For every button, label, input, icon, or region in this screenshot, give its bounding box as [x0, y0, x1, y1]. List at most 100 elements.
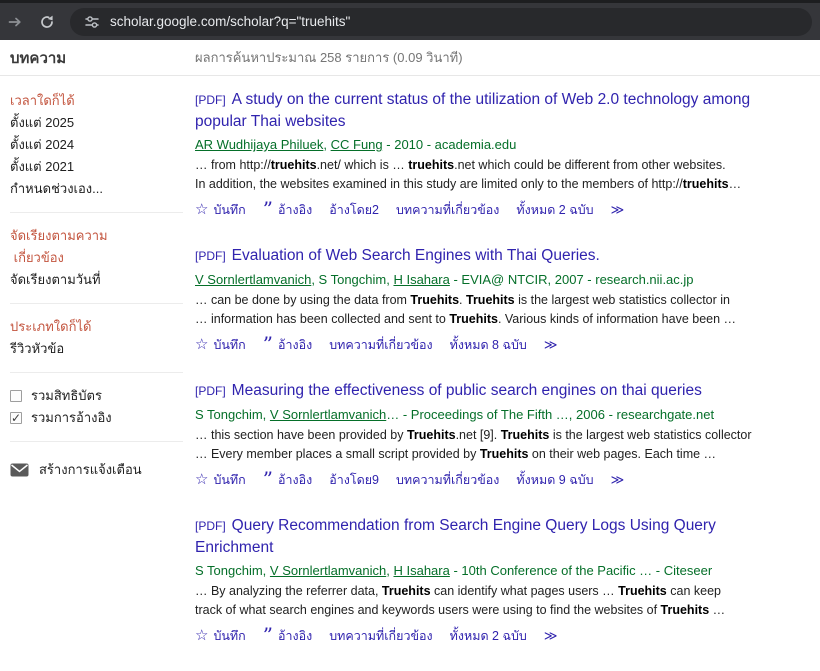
chevrons-icon: ≫ [611, 202, 624, 218]
result-title-link[interactable]: [PDF]A study on the current status of th… [195, 91, 750, 130]
cited-by-link[interactable]: อ้างโดย2 [329, 200, 379, 220]
forward-arrow-icon [7, 14, 23, 30]
action-label: บทความที่เกี่ยวข้อง [396, 200, 499, 220]
checkbox-icon[interactable] [10, 390, 22, 402]
sidebar-item-any-type[interactable]: ประเภทใดก็ได้ [10, 316, 195, 338]
checkbox-label: รวมการอ้างอิง [31, 407, 112, 429]
cite-link[interactable]: ”อ้างอิง [263, 335, 312, 355]
sidebar-item-anytime[interactable]: เวลาใดก็ได้ [10, 90, 195, 112]
envelope-icon [10, 463, 29, 477]
save-link[interactable]: ☆บันทึก [195, 626, 246, 646]
sidebar-item-sort-date[interactable]: จัดเรียงตามวันที่ [10, 269, 195, 291]
more-options-link[interactable]: ≫ [611, 202, 624, 218]
create-alert-label: สร้างการแจ้งเตือน [39, 459, 142, 480]
author-link[interactable]: V Sornlertlamvanich [270, 407, 386, 422]
result-title: [PDF]A study on the current status of th… [195, 89, 820, 132]
results-list: [PDF]A study on the current status of th… [195, 76, 820, 671]
reload-icon [39, 14, 55, 30]
url-bar[interactable]: scholar.google.com/scholar?q="truehits" [70, 8, 812, 36]
quote-icon: ” [263, 205, 273, 216]
url-text: scholar.google.com/scholar?q="truehits" [110, 14, 350, 29]
star-icon: ☆ [195, 203, 208, 217]
related-articles-link[interactable]: บทความที่เกี่ยวข้อง [396, 470, 499, 490]
pdf-tag: [PDF] [195, 93, 226, 107]
more-options-link[interactable]: ≫ [544, 337, 557, 353]
action-label: บันทึก [213, 470, 245, 490]
checkbox-include-patents[interactable]: รวมสิทธิบัตร [10, 385, 195, 407]
author-link[interactable]: CC Fung [331, 137, 383, 152]
action-label: อ้างโดย2 [329, 200, 379, 220]
site-info-icon[interactable] [84, 14, 100, 30]
cite-link[interactable]: ”อ้างอิง [263, 470, 312, 490]
sidebar-item-since-2025[interactable]: ตั้งแต่ 2025 [10, 112, 195, 134]
sidebar-divider [10, 441, 183, 442]
author-link[interactable]: V Sornlertlamvanich [270, 563, 386, 578]
cited-by-link[interactable]: อ้างโดย9 [329, 470, 379, 490]
cite-link[interactable]: ”อ้างอิง [263, 626, 312, 646]
author-link[interactable]: H Isahara [393, 563, 449, 578]
pdf-tag: [PDF] [195, 249, 226, 263]
save-link[interactable]: ☆บันทึก [195, 470, 246, 490]
forward-button[interactable] [2, 9, 28, 35]
save-link[interactable]: ☆ บันทึก [195, 335, 246, 355]
action-label: บทความที่เกี่ยวข้อง [396, 470, 499, 490]
chevrons-icon: ≫ [544, 628, 557, 644]
sidebar-item-custom-range[interactable]: กำหนดช่วงเอง... [10, 178, 195, 200]
result-actions: ☆บันทึก ”อ้างอิง บทความที่เกี่ยวข้อง ทั้งหม… [195, 626, 820, 646]
articles-label: บทความ [0, 46, 195, 70]
create-alert-button[interactable]: สร้างการแจ้งเตือน [10, 459, 195, 480]
related-articles-link[interactable]: บทความที่เกี่ยวข้อง [329, 335, 432, 355]
result-title-link[interactable]: [PDF] Evaluation of Web Search Engines wi… [195, 247, 600, 264]
action-label: ทั้งหมด 2 ฉบับ [450, 626, 527, 646]
title-text: Query Recommendation from Search Engine … [195, 517, 716, 556]
sidebar-divider [10, 303, 183, 304]
action-label: บันทึก [213, 626, 245, 646]
all-versions-link[interactable]: ทั้งหมด 2 ฉบับ [516, 200, 593, 220]
title-text: Measuring the effectiveness of public se… [232, 382, 702, 399]
checkbox-icon[interactable]: ✓ [10, 412, 22, 424]
result-title: [PDF]Measuring the effectiveness of publ… [195, 380, 820, 402]
checkbox-include-citations[interactable]: ✓ รวมการอ้างอิง [10, 407, 195, 429]
more-options-link[interactable]: ≫ [544, 628, 557, 644]
all-versions-link[interactable]: ทั้งหมด 8 ฉบับ [450, 335, 527, 355]
sidebar-item-review-articles[interactable]: รีวิวหัวข้อ [10, 338, 195, 360]
action-label: บันทึก [213, 335, 245, 355]
result-title: [PDF]Query Recommendation from Search En… [195, 515, 820, 558]
action-label: อ้างโดย9 [329, 470, 379, 490]
all-versions-link[interactable]: ทั้งหมด 2 ฉบับ [450, 626, 527, 646]
results-stats: ผลการค้นหาประมาณ 258 รายการ (0.09 วินาที… [195, 47, 463, 68]
title-text: A study on the current status of the uti… [195, 91, 750, 130]
author-link[interactable]: AR Wudhijaya Philuek [195, 137, 323, 152]
related-articles-link[interactable]: บทความที่เกี่ยวข้อง [396, 200, 499, 220]
result-title-link[interactable]: [PDF]Query Recommendation from Search En… [195, 517, 716, 556]
action-label: ทั้งหมด 8 ฉบับ [450, 335, 527, 355]
author-link[interactable]: H Isahara [393, 272, 449, 287]
related-articles-link[interactable]: บทความที่เกี่ยวข้อง [329, 626, 432, 646]
chevrons-icon: ≫ [544, 337, 557, 353]
result-authors: S Tongchim, V Sornlertlamvanich, H Isaha… [195, 561, 820, 580]
action-label: ทั้งหมด 9 ฉบับ [516, 470, 593, 490]
sidebar-item-since-2021[interactable]: ตั้งแต่ 2021 [10, 156, 195, 178]
result-title-link[interactable]: [PDF]Measuring the effectiveness of publ… [195, 382, 702, 399]
all-versions-link[interactable]: ทั้งหมด 9 ฉบับ [516, 470, 593, 490]
checkbox-label: รวมสิทธิบัตร [31, 385, 102, 407]
reload-button[interactable] [34, 9, 60, 35]
title-text: Evaluation of Web Search Engines with Th… [232, 247, 600, 264]
more-options-link[interactable]: ≫ [611, 472, 624, 488]
sidebar-item-sort-relevance[interactable]: จัดเรียงตามความ เกี่ยวข้อง [10, 225, 195, 269]
cite-link[interactable]: ” อ้างอิง [263, 200, 312, 220]
search-result: [PDF]Query Recommendation from Search En… [195, 515, 820, 646]
result-actions: ☆บันทึก ”อ้างอิง อ้างโดย9 บทความที่เกี่ยวข้… [195, 470, 820, 490]
action-label: อ้างอิง [278, 200, 312, 220]
result-snippet: … By analyzing the referrer data, Truehi… [195, 582, 820, 620]
save-link[interactable]: ☆ บันทึก [195, 200, 246, 220]
result-snippet: … this section have been provided by Tru… [195, 426, 820, 464]
result-actions: ☆ บันทึก ”อ้างอิง บทความที่เกี่ยวข้อง ทั้งหม… [195, 335, 820, 355]
sidebar-divider [10, 212, 183, 213]
sidebar-item-since-2024[interactable]: ตั้งแต่ 2024 [10, 134, 195, 156]
results-header: บทความ ผลการค้นหาประมาณ 258 รายการ (0.09… [0, 40, 820, 76]
chevrons-icon: ≫ [611, 472, 624, 488]
star-icon: ☆ [195, 338, 208, 352]
author-link[interactable]: V Sornlertlamvanich [195, 272, 311, 287]
action-label: บันทึก [213, 200, 245, 220]
